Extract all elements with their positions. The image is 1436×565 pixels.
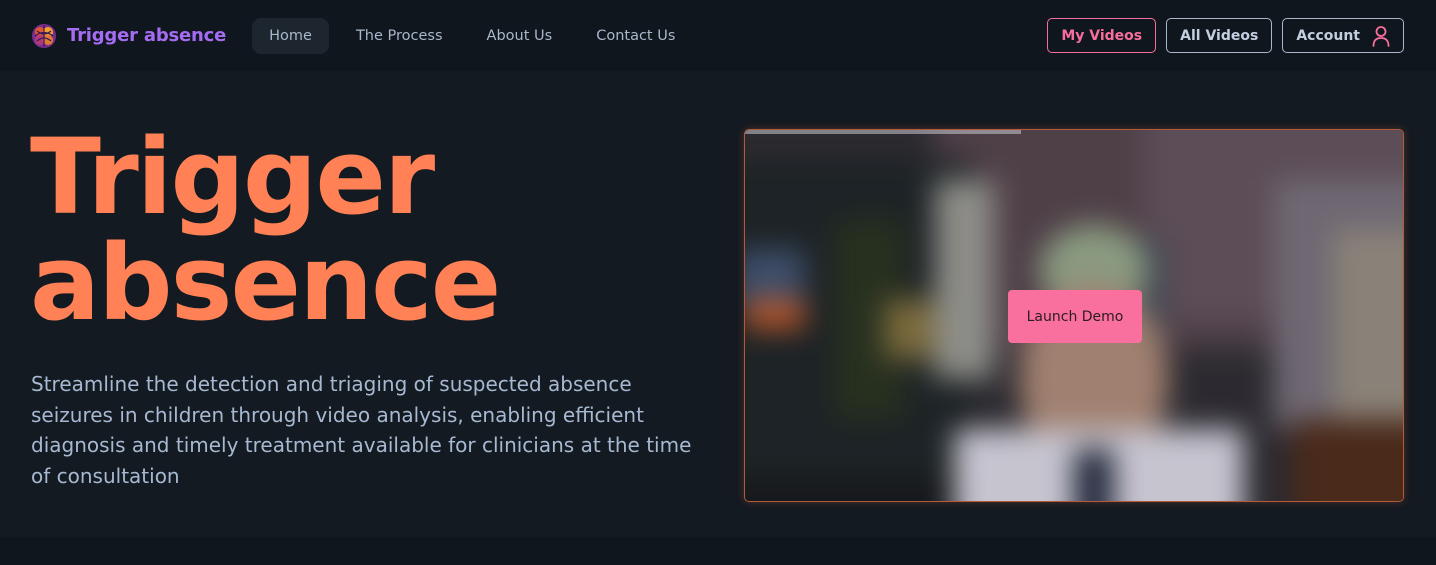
nav-link-contact-us[interactable]: Contact Us bbox=[579, 18, 692, 54]
brain-icon bbox=[32, 23, 56, 48]
hero-title-line2: absence bbox=[30, 222, 501, 344]
nav-link-the-process[interactable]: The Process bbox=[339, 18, 460, 54]
top-navbar: Trigger absence Home The Process About U… bbox=[0, 0, 1436, 71]
account-label: Account bbox=[1296, 27, 1360, 44]
nav-actions: My Videos All Videos Account bbox=[1047, 18, 1404, 53]
all-videos-button[interactable]: All Videos bbox=[1166, 18, 1273, 53]
nav-link-about-us[interactable]: About Us bbox=[470, 18, 570, 54]
nav-links: Home The Process About Us Contact Us bbox=[252, 17, 702, 54]
hero-title: Trigger absence bbox=[30, 124, 501, 336]
hero-description: Streamline the detection and triaging of… bbox=[31, 372, 692, 488]
brand-name: Trigger absence bbox=[67, 25, 227, 46]
account-button[interactable]: Account bbox=[1282, 18, 1404, 53]
nav-link-home[interactable]: Home bbox=[252, 17, 329, 54]
footer-strip bbox=[0, 537, 1436, 565]
launch-demo-button[interactable]: Launch Demo bbox=[1008, 290, 1142, 343]
video-progress-bar bbox=[745, 130, 1022, 134]
brand-link[interactable]: Trigger absence bbox=[31, 23, 226, 49]
hero-title-line1: Trigger bbox=[30, 116, 435, 238]
demo-video-preview[interactable]: Launch Demo bbox=[744, 129, 1404, 502]
my-videos-button[interactable]: My Videos bbox=[1047, 18, 1157, 53]
user-icon bbox=[1372, 25, 1390, 47]
